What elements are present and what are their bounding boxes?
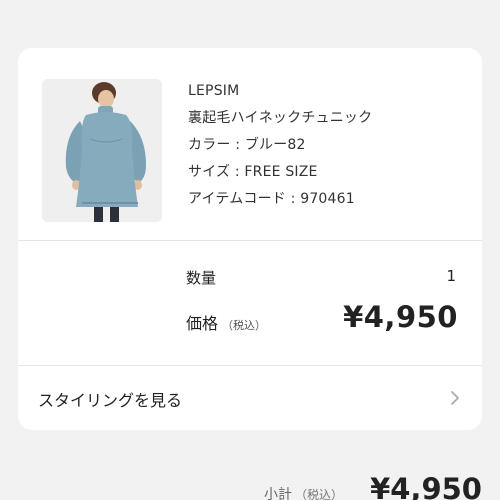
price-tax-note: （税込）: [222, 319, 267, 332]
price-label-group: 価格 （税込）: [186, 310, 266, 334]
product-photo-illustration: [42, 79, 162, 222]
product-item-code: アイテムコード : 970461: [188, 191, 355, 207]
subtotal-label: 小計: [264, 487, 292, 500]
styling-link[interactable]: スタイリングを見る: [18, 366, 482, 430]
styling-link-label: スタイリングを見る: [38, 391, 183, 410]
price-row: 価格 （税込） ¥4,950: [186, 300, 458, 340]
cart-page: LEPSIM 裏起毛ハイネックチュニック カラー : ブルー82 サイズ : F…: [0, 0, 500, 500]
product-name: 裏起毛ハイネックチュニック: [188, 110, 373, 126]
subtotal-tax-note: （税込）: [295, 488, 344, 500]
subtotal-value: ¥4,950: [370, 472, 482, 500]
quantity-value: 1: [446, 267, 456, 285]
product-summary[interactable]: LEPSIM 裏起毛ハイネックチュニック カラー : ブルー82 サイズ : F…: [18, 48, 482, 240]
quantity-label: 数量: [186, 269, 217, 287]
cart-item-card: LEPSIM 裏起毛ハイネックチュニック カラー : ブルー82 サイズ : F…: [18, 48, 482, 430]
subtotal-label-group: 小計 （税込）: [264, 484, 343, 500]
product-image[interactable]: [42, 79, 162, 222]
price-value: ¥4,950: [343, 300, 458, 334]
product-info: LEPSIM 裏起毛ハイネックチュニック カラー : ブルー82 サイズ : F…: [188, 78, 468, 213]
chevron-right-icon: [451, 391, 459, 405]
product-color: カラー : ブルー82: [188, 137, 306, 153]
product-brand: LEPSIM: [188, 83, 240, 99]
quantity-row: 数量 1: [186, 267, 456, 291]
price-label: 価格: [186, 314, 219, 333]
divider: [18, 240, 482, 241]
subtotal-row: 小計 （税込） ¥4,950: [260, 470, 482, 500]
product-size: サイズ : FREE SIZE: [188, 164, 318, 180]
